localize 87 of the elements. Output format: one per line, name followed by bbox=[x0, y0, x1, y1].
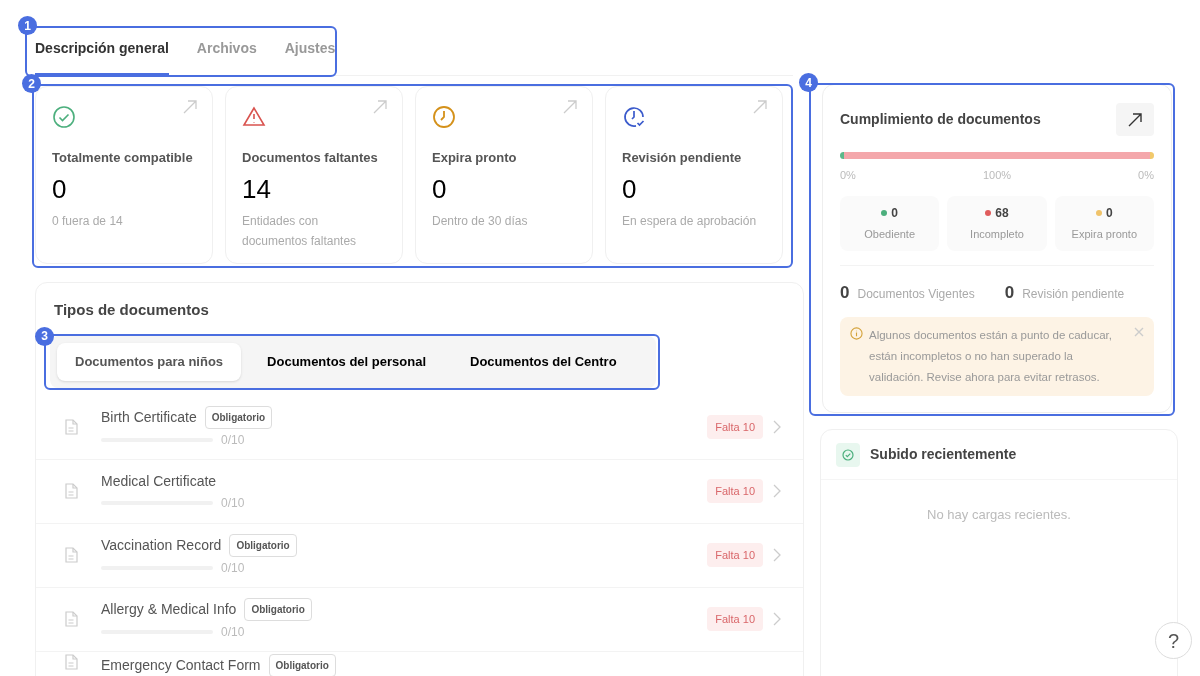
legend-value: 68 bbox=[995, 204, 1009, 222]
arrow-icon bbox=[1128, 112, 1142, 127]
document-name: Vaccination Record bbox=[101, 535, 222, 555]
arrow-icon bbox=[752, 99, 768, 115]
document-row[interactable]: Vaccination Record Obligatorio 0/10 Falta 10 bbox=[36, 523, 803, 588]
chevron-right-icon bbox=[773, 484, 781, 498]
required-tag: Obligatorio bbox=[244, 597, 312, 621]
stat-title: Totalmente compatible bbox=[52, 149, 194, 167]
card-title: Cumplimiento de documentos bbox=[840, 110, 1041, 129]
segment-tab[interactable]: Documentos del Centro bbox=[452, 342, 635, 381]
stat-value: 0 bbox=[52, 173, 68, 205]
required-tag: Obligatorio bbox=[268, 653, 336, 676]
document-row[interactable]: Medical Certificate 0/10 Falta 10 bbox=[36, 459, 803, 524]
warning-icon bbox=[242, 105, 266, 129]
scale-label: 0% bbox=[1138, 168, 1154, 183]
stat-title: Expira pronto bbox=[432, 149, 518, 167]
progress-count: 0/10 bbox=[221, 623, 245, 641]
stat-note: Entidades con documentos faltantes bbox=[242, 213, 358, 250]
chevron-right-icon bbox=[773, 548, 781, 562]
stat-note: 0 fuera de 14 bbox=[52, 213, 124, 230]
annotation-number: 1 bbox=[18, 16, 37, 35]
chevron-right-icon bbox=[773, 612, 781, 626]
tab[interactable]: Descripción general bbox=[35, 36, 169, 75]
close-icon bbox=[1134, 327, 1144, 337]
legend-value: 0 bbox=[891, 204, 898, 222]
clock-check-icon bbox=[622, 105, 646, 129]
annotation-number: 2 bbox=[22, 74, 41, 93]
legend-value: 0 bbox=[1106, 204, 1113, 222]
total-label: Documentos Vigentes bbox=[857, 285, 975, 303]
legend-label: Incompleto bbox=[970, 226, 1024, 242]
arrow-icon bbox=[562, 99, 578, 115]
stat-card[interactable]: Expira pronto 0 Dentro de 30 días bbox=[415, 86, 593, 264]
segment-tab[interactable]: Documentos del personal bbox=[249, 342, 444, 381]
chevron-right-icon bbox=[773, 420, 781, 434]
stat-title: Documentos faltantes bbox=[242, 149, 379, 167]
document-icon bbox=[64, 419, 78, 435]
section-title: Tipos de documentos bbox=[54, 300, 210, 320]
total-value: 0 bbox=[840, 281, 850, 304]
annotation-number: 4 bbox=[799, 73, 818, 92]
clock-icon bbox=[432, 105, 456, 129]
expand-button[interactable] bbox=[1116, 103, 1154, 136]
document-icon bbox=[64, 547, 78, 563]
legend-label: Expira pronto bbox=[1071, 226, 1138, 242]
info-icon bbox=[850, 327, 863, 340]
legend-label: Obediente bbox=[864, 226, 916, 242]
annotation-number: 3 bbox=[35, 326, 54, 346]
stat-card[interactable]: Documentos faltantes 14 Entidades con documentos faltantes bbox=[225, 86, 403, 264]
progress-count: 0/10 bbox=[221, 494, 245, 512]
check-circle-icon bbox=[52, 105, 76, 129]
total-value: 0 bbox=[1004, 281, 1015, 304]
empty-message: No hay cargas recientes. bbox=[926, 506, 1072, 524]
total-label: Revisión pendiente bbox=[1022, 285, 1125, 303]
check-circle-icon bbox=[842, 448, 854, 461]
stat-value: 0 bbox=[432, 173, 448, 205]
missing-badge: Falta 10 bbox=[707, 542, 763, 568]
segment-tab[interactable]: Documentos para niños bbox=[57, 342, 242, 381]
missing-badge: Falta 10 bbox=[707, 478, 763, 504]
document-icon bbox=[64, 483, 78, 499]
document-name: Allergy & Medical Info bbox=[101, 599, 237, 619]
required-tag: Obligatorio bbox=[229, 533, 297, 557]
stat-title: Revisión pendiente bbox=[622, 149, 743, 167]
progress-count: 0/10 bbox=[221, 559, 245, 577]
document-row[interactable]: Birth Certificate Obligatorio 0/10 Falta 10 bbox=[36, 395, 803, 460]
progress-count: 0/10 bbox=[221, 431, 245, 449]
alert-text: Algunos documentos están a punto de caducar, están incompletos o no han superado la validación. Revise ahora para evitar retrasos. bbox=[869, 328, 1113, 385]
scale-label: 100% bbox=[982, 168, 1012, 183]
stat-note: En espera de aprobación bbox=[622, 213, 758, 230]
stat-value: 0 bbox=[622, 173, 638, 205]
document-row[interactable]: Emergency Contact Form Obligatorio bbox=[36, 651, 803, 676]
stat-card[interactable]: Revisión pendiente 0 En espera de aprobación bbox=[605, 86, 783, 264]
missing-badge: Falta 10 bbox=[707, 606, 763, 632]
document-name: Medical Certificate bbox=[101, 471, 217, 491]
missing-badge: Falta 10 bbox=[707, 414, 763, 440]
required-tag: Obligatorio bbox=[204, 405, 273, 429]
arrow-icon bbox=[182, 99, 198, 115]
card-title: Subido recientemente bbox=[870, 445, 1017, 464]
document-row[interactable]: Allergy & Medical Info Obligatorio 0/10 Falta 10 bbox=[36, 587, 803, 652]
scale-label: 0% bbox=[840, 168, 856, 183]
document-name: Emergency Contact Form bbox=[101, 655, 261, 675]
help-button[interactable]: ? bbox=[1155, 622, 1192, 659]
stat-note: Dentro de 30 días bbox=[432, 213, 529, 230]
document-icon bbox=[64, 611, 78, 627]
stat-card[interactable]: Totalmente compatible 0 0 fuera de 14 bbox=[35, 86, 213, 264]
document-name: Birth Certificate bbox=[101, 407, 197, 427]
stat-value: 14 bbox=[242, 173, 272, 205]
document-icon bbox=[64, 653, 78, 670]
arrow-icon bbox=[372, 99, 388, 115]
